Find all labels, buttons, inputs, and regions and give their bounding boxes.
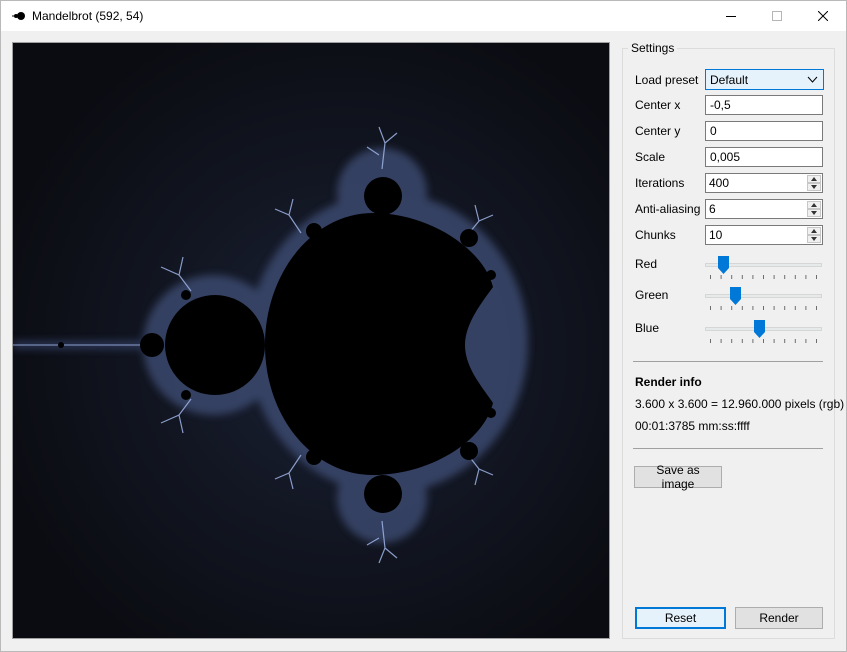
scale-label: Scale bbox=[635, 150, 666, 164]
anti-aliasing-value: 6 bbox=[709, 202, 716, 216]
red-slider-thumb[interactable] bbox=[717, 256, 729, 274]
reset-button[interactable]: Reset bbox=[635, 607, 726, 629]
iterations-down-button[interactable] bbox=[807, 183, 821, 191]
render-dimensions: 3.600 x 3.600 = 12.960.000 pixels (rgb) bbox=[635, 397, 845, 411]
save-image-button[interactable]: Save as image bbox=[634, 463, 722, 491]
arrow-up-icon bbox=[811, 203, 817, 207]
arrow-up-icon bbox=[811, 177, 817, 181]
blue-label: Blue bbox=[635, 321, 660, 335]
settings-legend: Settings bbox=[628, 41, 678, 55]
mandelbrot-render bbox=[13, 43, 609, 638]
chunks-value: 10 bbox=[709, 228, 723, 242]
blue-slider-ticks bbox=[710, 339, 817, 343]
green-slider-track[interactable] bbox=[705, 294, 822, 298]
chunks-up-button[interactable] bbox=[807, 227, 821, 235]
close-button[interactable] bbox=[800, 1, 846, 31]
chunks-down-button[interactable] bbox=[807, 235, 821, 243]
red-slider-ticks bbox=[710, 275, 817, 279]
load-preset-value: Default bbox=[710, 73, 749, 87]
chunks-spinner[interactable]: 10 bbox=[705, 225, 823, 245]
chunks-label: Chunks bbox=[635, 228, 676, 242]
load-preset-dropdown[interactable]: Default bbox=[705, 69, 824, 90]
center-y-label: Center y bbox=[635, 124, 681, 138]
load-preset-label: Load preset bbox=[635, 73, 699, 87]
scale-input[interactable] bbox=[705, 147, 823, 167]
green-label: Green bbox=[635, 288, 669, 302]
arrow-down-icon bbox=[811, 237, 817, 241]
green-slider-thumb[interactable] bbox=[730, 287, 742, 305]
window-title: Mandelbrot (592, 54) bbox=[32, 9, 144, 23]
minimize-button[interactable] bbox=[708, 1, 754, 31]
separator bbox=[633, 361, 823, 362]
anti-aliasing-down-button[interactable] bbox=[807, 209, 821, 217]
anti-aliasing-up-button[interactable] bbox=[807, 201, 821, 209]
minimize-icon bbox=[726, 16, 736, 17]
iterations-up-button[interactable] bbox=[807, 175, 821, 183]
anti-aliasing-label: Anti-aliasing bbox=[635, 202, 701, 216]
render-info-heading: Render info bbox=[635, 375, 702, 389]
iterations-spinner[interactable]: 400 bbox=[705, 173, 823, 193]
maximize-icon bbox=[772, 11, 782, 21]
arrow-down-icon bbox=[811, 211, 817, 215]
arrow-up-icon bbox=[811, 229, 817, 233]
center-y-input[interactable] bbox=[705, 121, 823, 141]
center-x-label: Center x bbox=[635, 98, 681, 112]
red-label: Red bbox=[635, 257, 658, 271]
center-x-input[interactable] bbox=[705, 95, 823, 115]
close-icon bbox=[818, 11, 828, 21]
separator bbox=[633, 448, 823, 449]
arrow-down-icon bbox=[811, 185, 817, 189]
blue-slider-thumb[interactable] bbox=[753, 320, 765, 338]
anti-aliasing-spinner[interactable]: 6 bbox=[705, 199, 823, 219]
render-time: 00:01:3785 mm:ss:ffff bbox=[635, 419, 750, 433]
fractal-canvas[interactable] bbox=[12, 42, 610, 639]
title-bar: Mandelbrot (592, 54) bbox=[1, 1, 846, 31]
iterations-value: 400 bbox=[709, 176, 730, 190]
iterations-label: Iterations bbox=[635, 176, 685, 190]
maximize-button[interactable] bbox=[754, 1, 800, 31]
green-slider-ticks bbox=[710, 306, 817, 310]
render-button[interactable]: Render bbox=[735, 607, 823, 629]
chevron-down-icon bbox=[807, 76, 818, 83]
fractal-app-icon bbox=[12, 12, 25, 20]
app-window: Mandelbrot (592, 54) Settings Load prese… bbox=[0, 0, 847, 652]
